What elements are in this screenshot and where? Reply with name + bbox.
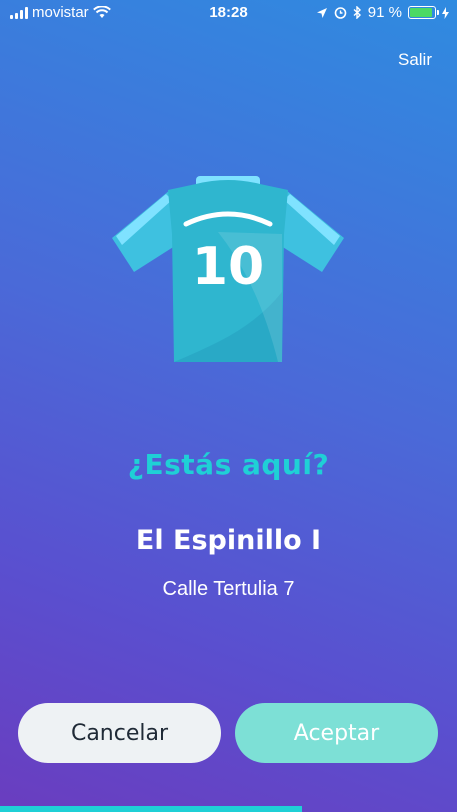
jersey-icon: 10 (112, 176, 344, 362)
progress-bar (0, 806, 457, 812)
jersey-number: 10 (192, 237, 264, 297)
battery-fill (410, 8, 432, 17)
progress-fill (0, 806, 302, 812)
status-bar: movistar 18:28 91 % (0, 0, 457, 26)
accept-button[interactable]: Aceptar (235, 703, 438, 763)
battery-percent: 91 % (367, 4, 402, 21)
alarm-icon (334, 7, 347, 19)
place-name: El Espinillo I (135, 525, 322, 556)
bluetooth-icon (353, 6, 361, 19)
exit-button[interactable]: Salir (398, 50, 432, 70)
status-right: 91 % (316, 4, 449, 21)
location-icon (316, 7, 327, 18)
battery-icon (408, 6, 439, 19)
place-address: Calle Tertulia 7 (162, 578, 295, 600)
question-heading: ¿Estás aquí? (127, 448, 330, 481)
charging-icon (442, 6, 449, 19)
cancel-button[interactable]: Cancelar (18, 703, 221, 763)
